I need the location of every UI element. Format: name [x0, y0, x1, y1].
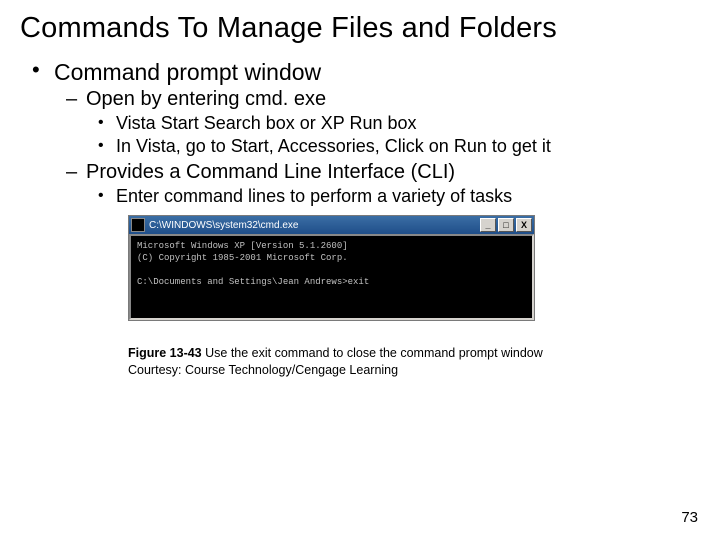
bullet-l1: Command prompt window Open by entering c… [54, 59, 700, 207]
cmd-line-3: C:\Documents and Settings\Jean Andrews>e… [137, 277, 369, 287]
figure-text: Use the exit command to close the comman… [202, 346, 543, 360]
bullet-l2b-text: Provides a Command Line Interface (CLI) [86, 161, 455, 183]
maximize-button[interactable]: □ [498, 218, 514, 232]
cmd-title-text: C:\WINDOWS\system32\cmd.exe [149, 220, 478, 231]
bullet-l2-list-a: Open by entering cmd. exe Vista Start Se… [54, 88, 700, 207]
close-button[interactable]: X [516, 218, 532, 232]
cmd-body: Microsoft Windows XP [Version 5.1.2600] … [129, 234, 534, 320]
bullet-list: Command prompt window Open by entering c… [20, 59, 700, 207]
bullet-l3b: In Vista, go to Start, Accessories, Clic… [116, 136, 700, 157]
bullet-l2b: Provides a Command Line Interface (CLI) … [86, 161, 700, 207]
figure-caption: Figure 13-43 Use the exit command to clo… [128, 345, 568, 379]
bullet-l3a: Vista Start Search box or XP Run box [116, 113, 700, 134]
minimize-button[interactable]: _ [480, 218, 496, 232]
figure-courtesy: Courtesy: Course Technology/Cengage Lear… [128, 363, 398, 377]
bullet-l2a-text: Open by entering cmd. exe [86, 88, 326, 110]
cmd-line-2: (C) Copyright 1985-2001 Microsoft Corp. [137, 253, 348, 263]
cmd-titlebar: C:\WINDOWS\system32\cmd.exe _ □ X [129, 216, 534, 234]
bullet-l3c: Enter command lines to perform a variety… [116, 186, 700, 207]
slide-title: Commands To Manage Files and Folders [20, 12, 700, 45]
bullet-l3-list-b: Enter command lines to perform a variety… [86, 186, 700, 207]
cmd-app-icon [131, 218, 145, 232]
page-number: 73 [681, 509, 698, 526]
figure-label: Figure 13-43 [128, 346, 202, 360]
slide: Commands To Manage Files and Folders Com… [0, 0, 720, 540]
cmd-line-1: Microsoft Windows XP [Version 5.1.2600] [137, 241, 348, 251]
bullet-l1-text: Command prompt window [54, 59, 321, 85]
cmd-window: C:\WINDOWS\system32\cmd.exe _ □ X Micros… [128, 215, 535, 321]
bullet-l3-list-a: Vista Start Search box or XP Run box In … [86, 113, 700, 157]
bullet-l2a: Open by entering cmd. exe Vista Start Se… [86, 88, 700, 157]
